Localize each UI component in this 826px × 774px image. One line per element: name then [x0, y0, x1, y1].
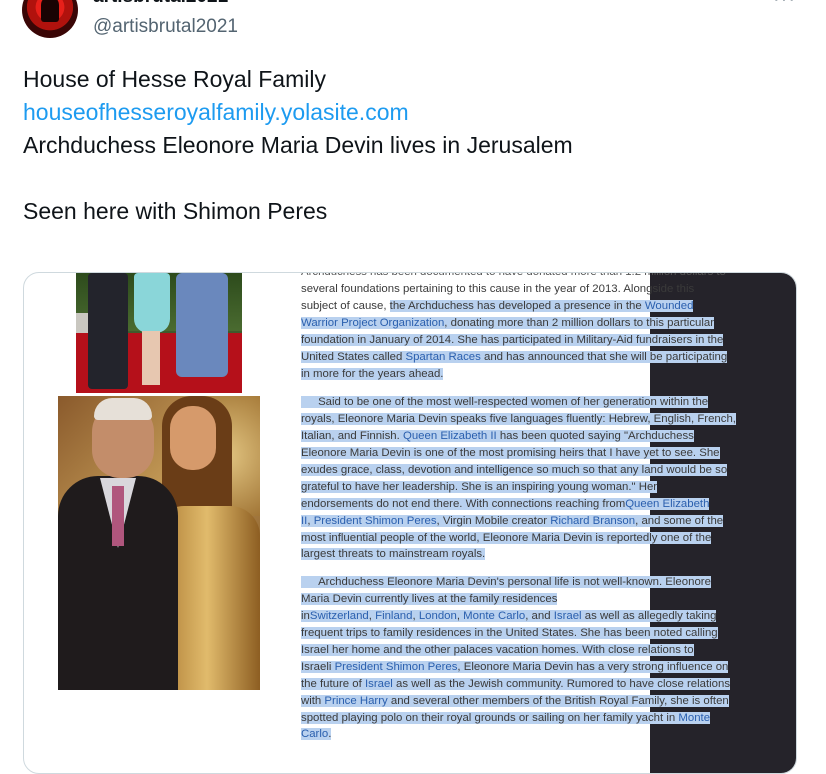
tweet-link[interactable]: houseofhesseroyalfamily.yolasite.com — [23, 99, 409, 125]
doc-text: United States called — [301, 350, 406, 363]
doc-text: as well as the Jewish community. Rumored… — [392, 677, 731, 690]
doc-line: Archduchess Eleonore Maria Devin's perso… — [301, 574, 730, 591]
doc-text: , and — [525, 609, 554, 622]
doc-text: Italian, and Finnish. — [301, 429, 403, 442]
doc-text: several foundations pertaining to this c… — [301, 283, 695, 295]
doc-line: subject of cause, the Archduchess has de… — [301, 298, 727, 315]
doc-line: Said to be one of the most well-respecte… — [301, 394, 736, 411]
doc-line: Warrior Project Organization, donating m… — [301, 315, 727, 332]
doc-text: exudes grace, class, devotion and intell… — [301, 463, 728, 476]
doc-line: largest threats to mainstream royals. — [301, 546, 736, 563]
doc-text: largest threats to mainstream royals. — [301, 548, 486, 561]
doc-text: Eleonore Maria Devin is one of the most … — [301, 446, 720, 459]
avatar-figure — [41, 0, 59, 22]
doc-line: Israeli President Shimon Peres, Eleonore… — [301, 659, 730, 676]
doc-link[interactable]: President Shimon Peres — [313, 514, 437, 527]
doc-text: Israeli — [301, 660, 335, 673]
doc-text: Said to be one of the most well-respecte… — [301, 396, 709, 408]
doc-text: the future of — [301, 677, 365, 690]
doc-text: spotted playing polo on their royal grou… — [301, 711, 679, 724]
doc-text: the Archduchess has developed a presence… — [389, 299, 645, 312]
doc-link[interactable]: Israel — [553, 609, 582, 622]
doc-text: has been quoted saying "Archduchess — [496, 429, 694, 442]
tweet-line-jerusalem: Archduchess Eleonore Maria Devin lives i… — [23, 132, 573, 158]
doc-text: royals, Eleonore Maria Devin speaks five… — [301, 412, 736, 425]
doc-line: grateful to have her leadership. She is … — [301, 479, 736, 496]
doc-paragraph-1: several foundations pertaining to this c… — [301, 281, 728, 383]
doc-text: foundation in January of 2014. She has p… — [301, 333, 724, 346]
doc-link[interactable]: Finland — [375, 609, 413, 622]
peres-photo — [58, 396, 260, 690]
doc-line: Maria Devin currently lives at the famil… — [301, 591, 730, 608]
tweet-line-peres: Seen here with Shimon Peres — [23, 198, 328, 224]
family-photo — [76, 273, 242, 393]
doc-line: United States called Spartan Races and h… — [301, 349, 728, 366]
doc-text: , donating more than 2 million dollars — [444, 316, 634, 329]
doc-text: , Eleonore Maria Devin has a very strong… — [457, 660, 729, 673]
doc-line: in more for the years ahead. — [301, 366, 727, 383]
doc-text: Maria Devin currently lives at the famil… — [301, 592, 558, 605]
doc-text: subject of cause, — [301, 299, 390, 312]
doc-text: endorsements do not end there. With conn… — [301, 497, 626, 510]
doc-line: frequent trips to family residences in t… — [301, 625, 730, 642]
doc-line: exudes grace, class, devotion and intell… — [301, 462, 736, 479]
doc-text: , and some of the — [635, 514, 724, 527]
doc-link[interactable]: Spartan Races — [405, 350, 481, 363]
doc-link[interactable]: Wounded — [644, 299, 694, 312]
doc-line: Eleonore Maria Devin is one of the most … — [301, 445, 736, 462]
doc-link[interactable]: President Shimon Peres — [334, 660, 458, 673]
author-display-name[interactable]: artisbrutal2021 — [93, 0, 228, 8]
tweet-line-title: House of Hesse Royal Family — [23, 66, 326, 92]
doc-paragraph-2: Said to be one of the most well-respecte… — [301, 394, 736, 563]
avatar[interactable] — [22, 0, 78, 38]
doc-line: spotted playing polo on their royal grou… — [301, 710, 730, 727]
doc-text: . — [328, 728, 332, 741]
author-handle[interactable]: @artisbrutal2021 — [93, 16, 238, 38]
tweet-media-image[interactable]: Archduchess has been documented to have … — [23, 272, 797, 774]
doc-link[interactable]: Monte Carlo — [463, 609, 526, 622]
doc-line: foundation in January of 2014. She has p… — [301, 332, 727, 349]
doc-cut-line: Archduchess has been documented to have … — [301, 272, 726, 278]
doc-link[interactable]: Monte — [678, 711, 711, 724]
doc-text: Archduchess Eleonore Maria Devin's perso… — [301, 576, 711, 588]
doc-line: endorsements do not end there. With conn… — [301, 496, 736, 513]
doc-text: to this particular — [633, 316, 715, 329]
doc-text: most influential people of the world, El… — [301, 531, 712, 544]
doc-line: inSwitzerland, Finland, London, Monte Ca… — [301, 608, 730, 625]
doc-text: and several other members of the British… — [387, 694, 729, 707]
doc-line: with Prince Harry and several other memb… — [301, 693, 730, 710]
doc-text: , — [412, 609, 419, 622]
tweet-text: House of Hesse Royal Family houseofhesse… — [23, 63, 783, 228]
doc-line: Israel her home and the other palaces va… — [301, 642, 730, 659]
doc-link[interactable]: Queen Elizabeth — [625, 497, 710, 510]
doc-link[interactable]: Richard Branson — [550, 514, 636, 527]
doc-text: , Virgin Mobile creator — [436, 514, 551, 527]
more-options-icon[interactable]: ··· — [773, 0, 796, 11]
doc-line: several foundations pertaining to this c… — [301, 281, 727, 298]
doc-link[interactable]: Warrior Project Organization — [301, 316, 445, 329]
doc-line: Italian, and Finnish. Queen Elizabeth II… — [301, 428, 736, 445]
doc-link[interactable]: Switzerland — [309, 609, 369, 622]
doc-text: , — [307, 514, 314, 527]
doc-link[interactable]: London — [418, 609, 457, 622]
doc-paragraph-3: Archduchess Eleonore Maria Devin's perso… — [301, 574, 731, 743]
doc-line: most influential people of the world, El… — [301, 530, 736, 547]
doc-text: as well as allegedly taking — [581, 609, 717, 622]
doc-line: II, President Shimon Peres, Virgin Mobil… — [301, 513, 736, 530]
doc-text: grateful to have her leadership. She is … — [301, 480, 658, 493]
doc-text: in more for the years ahead. — [301, 367, 444, 380]
doc-text: with — [301, 694, 325, 707]
doc-text: and has announced that she will be parti… — [480, 350, 728, 363]
doc-line: the future of Israel as well as the Jewi… — [301, 676, 731, 693]
doc-link[interactable]: Queen Elizabeth II — [402, 429, 497, 442]
doc-line: royals, Eleonore Maria Devin speaks five… — [301, 411, 736, 428]
doc-text: frequent trips to family residences in t… — [301, 626, 718, 639]
doc-link[interactable]: Israel — [364, 677, 393, 690]
doc-link[interactable]: Prince Harry — [324, 694, 388, 707]
doc-link[interactable]: Carlo — [301, 728, 329, 741]
doc-text: Israel her home and the other palaces va… — [301, 643, 694, 656]
doc-line: Carlo. — [301, 726, 730, 743]
doc-text: in — [301, 609, 310, 622]
